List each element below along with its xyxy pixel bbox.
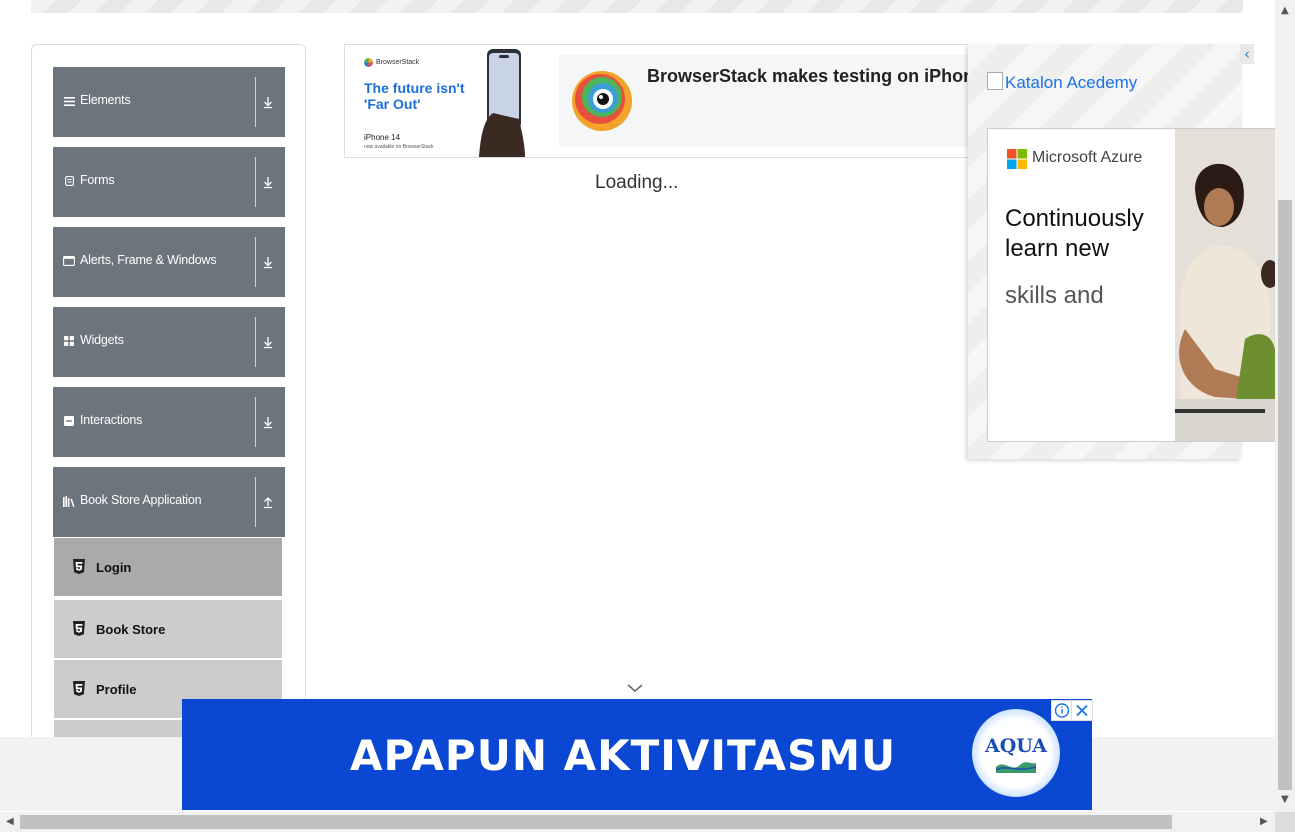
expand-down-icon[interactable] (261, 334, 275, 350)
expand-down-icon[interactable] (261, 254, 275, 270)
sidebar-group-label: Interactions (80, 413, 143, 427)
hamburger-icon (63, 95, 75, 107)
divider (255, 77, 256, 127)
sidebar-item-book-store[interactable]: Book Store (54, 598, 282, 658)
scroll-down-icon[interactable]: ▼ (1281, 795, 1289, 805)
ad-tagline: The future isn't 'Far Out' (364, 80, 465, 112)
sidebar-group-forms[interactable]: Forms (53, 147, 285, 217)
ad-headline: BrowserStack makes testing on iPhone 14 … (647, 66, 985, 86)
ad-brand: Microsoft Azure (1032, 149, 1143, 166)
html5-icon (73, 621, 85, 636)
sidebar-group-alerts[interactable]: Alerts, Frame & Windows (53, 227, 285, 297)
header-banner-strip (31, 0, 1243, 13)
sidebar-group-label: Forms (80, 173, 115, 187)
browserstack-eye-icon (572, 71, 632, 131)
html5-icon (73, 681, 85, 696)
books-icon (63, 495, 75, 507)
sidebar-group-label: Widgets (80, 333, 124, 347)
broken-image-icon (987, 72, 1003, 90)
sidebar-group-widgets[interactable]: Widgets (53, 307, 285, 377)
divider (255, 397, 256, 447)
collapse-up-icon[interactable] (261, 494, 275, 510)
vertical-scroll-thumb[interactable] (1278, 200, 1292, 790)
divider (255, 237, 256, 287)
expand-down-icon[interactable] (261, 174, 275, 190)
scroll-up-icon[interactable]: ▲ (1281, 6, 1289, 16)
katalon-alt-text: Katalon Acedemy (1005, 73, 1138, 92)
divider (255, 317, 256, 367)
divider (255, 477, 256, 527)
sidebar-item-label: Profile (96, 682, 137, 697)
html5-icon (73, 559, 85, 574)
phone-image (479, 49, 525, 157)
sidebar-group-label: Book Store Application (80, 493, 202, 507)
wave-icon (996, 762, 1036, 773)
aqua-logo: AQUA (972, 709, 1060, 797)
sidebar-item-label: Login (96, 560, 132, 575)
sidebar-group-interactions[interactable]: Interactions (53, 387, 285, 457)
scroll-left-icon[interactable]: ◀ (6, 817, 14, 827)
interactions-icon (63, 415, 75, 427)
ad-subtext: now available on BrowserStack (364, 144, 434, 150)
scrollbar-corner (1275, 812, 1295, 832)
collapse-ad-icon[interactable]: ‹ (1240, 44, 1254, 64)
expand-down-icon[interactable] (261, 414, 275, 430)
microsoft-logo-icon (1007, 149, 1027, 169)
sidebar: Elements Forms Alerts, Frame & Windows W… (31, 44, 306, 746)
ad-brand: BrowserStack (376, 59, 420, 66)
expand-down-icon[interactable] (261, 94, 275, 110)
divider (255, 157, 256, 207)
ad-info-icon[interactable] (1051, 700, 1073, 721)
loading-text: Loading... (595, 172, 679, 193)
sidebar-group-book-store[interactable]: Book Store Application (53, 467, 285, 537)
horizontal-scroll-thumb[interactable] (20, 815, 1172, 829)
form-icon (63, 175, 75, 187)
ad-heading: Continuously learn new (1005, 205, 1144, 262)
grid-icon (63, 335, 75, 347)
sidebar-group-elements[interactable]: Elements (53, 67, 285, 137)
aqua-logo-text: AQUA (984, 735, 1048, 757)
azure-ad[interactable]: Microsoft Azure Continuously learn new s… (987, 128, 1277, 442)
ad-text: APAPUN AKTIVITASMU (350, 731, 897, 780)
sidebar-group-label: Alerts, Frame & Windows (80, 253, 217, 267)
ad-close-icon[interactable] (1071, 700, 1093, 721)
sidebar-group-label: Elements (80, 93, 131, 107)
katalon-ad-link[interactable]: Katalon Acedemy (987, 72, 1137, 93)
scroll-right-icon[interactable]: ▶ (1260, 817, 1268, 827)
browserstack-ad[interactable]: BrowserStack The future isn't 'Far Out' … (344, 44, 986, 158)
ad-model: iPhone 14 (364, 133, 401, 142)
people-photo (1175, 129, 1276, 441)
sidebar-item-login[interactable]: Login (54, 538, 282, 596)
aqua-ad-banner[interactable]: APAPUN AKTIVITASMU AQUA (182, 699, 1092, 810)
window-icon (63, 255, 75, 267)
ad-subheading: skills and (1005, 282, 1104, 309)
browserstack-logo-icon (364, 58, 373, 67)
chevron-down-icon[interactable] (626, 682, 644, 694)
sidebar-item-label: Book Store (96, 622, 166, 637)
